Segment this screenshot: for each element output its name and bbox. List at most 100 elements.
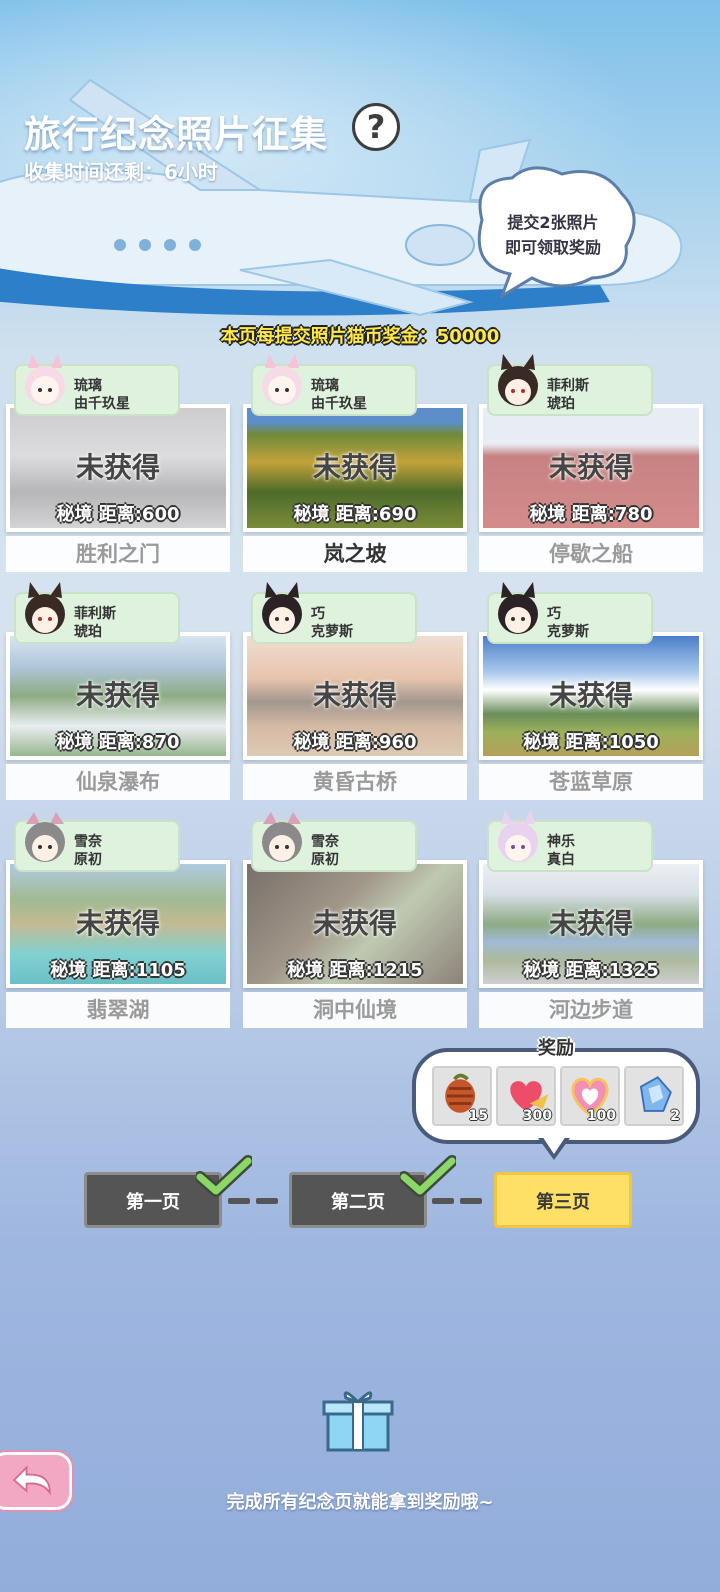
place-name: 黄昏古桥: [243, 764, 467, 800]
reward-count: 300: [522, 1108, 552, 1124]
reward-item[interactable]: 300: [496, 1066, 556, 1126]
character-tag: 巧 克萝斯: [487, 582, 653, 644]
status-label: 未获得: [312, 679, 397, 712]
time-remaining: 收集时间还剩：6小时: [24, 160, 218, 184]
photo-thumbnail: 未获得 秘境 距离:1215: [243, 860, 467, 988]
tag-name-2: 由千玖星: [311, 396, 367, 412]
character-tag: 雪奈 原初: [251, 812, 417, 872]
progress-dash: [432, 1198, 454, 1204]
help-button[interactable]: ?: [352, 103, 400, 151]
reward-count: 100: [586, 1108, 616, 1124]
tag-name-1: 琉璃: [311, 378, 339, 394]
status-label: 未获得: [75, 907, 160, 940]
gift-icon[interactable]: [322, 1386, 394, 1452]
character-avatar-icon: [262, 812, 302, 862]
character-tag: 琉璃 由千玖星: [14, 354, 180, 416]
tag-name-1: 菲利斯: [547, 378, 589, 394]
tag-name-1: 雪奈: [74, 834, 102, 850]
status-label: 未获得: [548, 451, 633, 484]
page-3-button[interactable]: 第三页: [494, 1172, 632, 1228]
place-name: 仙泉瀑布: [6, 764, 230, 800]
place-name: 胜利之门: [6, 536, 230, 572]
photo-thumbnail: 未获得 秘境 距离:870: [6, 632, 230, 760]
progress-dash: [460, 1198, 482, 1204]
place-name: 苍蓝草原: [479, 764, 703, 800]
reward-count: 2: [670, 1108, 680, 1124]
distance-label: 秘境 距离:690: [293, 504, 417, 525]
tag-name-2: 克萝斯: [547, 624, 589, 640]
tag-name-2: 由千玖星: [74, 396, 130, 412]
place-name: 河边步道: [479, 992, 703, 1028]
character-tag: 菲利斯 琥珀: [487, 354, 653, 416]
reward-item[interactable]: 100: [560, 1066, 620, 1126]
bubble-line-2: 即可领取奖励: [504, 238, 601, 257]
place-name: 岚之坡: [243, 536, 467, 572]
character-tag: 巧 克萝斯: [251, 582, 417, 644]
photo-thumbnail: 未获得 秘境 距离:690: [243, 404, 467, 532]
photo-card[interactable]: 未获得 秘境 距离:780 停歇之船 菲利斯 琥珀: [479, 354, 703, 572]
tag-name-2: 克萝斯: [311, 624, 353, 640]
place-name: 停歇之船: [479, 536, 703, 572]
tag-name-1: 雪奈: [311, 834, 339, 850]
character-avatar-icon: [262, 354, 302, 406]
reward-item[interactable]: 15: [432, 1066, 492, 1126]
character-avatar-icon: [262, 582, 302, 634]
back-arrow-icon: [12, 1465, 51, 1496]
tag-name-1: 巧: [547, 606, 561, 622]
distance-label: 秘境 距离:600: [56, 504, 180, 525]
bonus-banner: 本页每提交照片猫币奖金：50000: [220, 326, 500, 347]
back-button[interactable]: [0, 1452, 72, 1510]
footer-hint: 完成所有纪念页就能拿到奖励哦~: [226, 1492, 494, 1513]
photo-thumbnail: 未获得 秘境 距离:1105: [6, 860, 230, 988]
photo-thumbnail: 未获得 秘境 距离:780: [479, 404, 703, 532]
check-icon: [400, 1155, 456, 1197]
reward-item[interactable]: 2: [624, 1066, 684, 1126]
rewards-title: 奖励: [538, 1038, 574, 1059]
check-icon: [196, 1155, 252, 1197]
status-label: 未获得: [548, 907, 633, 940]
tag-name-1: 琉璃: [74, 378, 102, 394]
tag-name-1: 神乐: [547, 834, 575, 850]
status-label: 未获得: [312, 451, 397, 484]
photo-thumbnail: 未获得 秘境 距离:1325: [479, 860, 703, 988]
photo-card[interactable]: 未获得 秘境 距离:690 岚之坡 琉璃 由千玖星: [243, 354, 467, 572]
distance-label: 秘境 距离:1050: [523, 732, 659, 753]
photo-card[interactable]: 未获得 秘境 距离:870 仙泉瀑布 菲利斯 琥珀: [6, 582, 230, 800]
status-label: 未获得: [548, 679, 633, 712]
reward-count: 15: [468, 1108, 488, 1124]
distance-label: 秘境 距离:960: [293, 732, 417, 753]
photo-card[interactable]: 未获得 秘境 距离:1050 苍蓝草原 巧 克萝斯: [479, 582, 703, 800]
photo-thumbnail: 未获得 秘境 距离:960: [243, 632, 467, 760]
status-label: 未获得: [312, 907, 397, 940]
photo-thumbnail: 未获得 秘境 距离:1050: [479, 632, 703, 760]
character-tag: 菲利斯 琥珀: [14, 582, 180, 644]
tag-name-2: 原初: [74, 852, 102, 868]
photo-thumbnail: 未获得 秘境 距离:600: [6, 404, 230, 532]
distance-label: 秘境 距离:1215: [287, 960, 423, 981]
distance-label: 秘境 距离:1325: [523, 960, 659, 981]
status-label: 未获得: [75, 679, 160, 712]
character-tag: 雪奈 原初: [14, 812, 180, 872]
photo-card[interactable]: 未获得 秘境 距离:1215 洞中仙境 雪奈 原初: [243, 812, 467, 1028]
character-avatar-icon: [498, 354, 538, 406]
tag-name-2: 真白: [547, 852, 575, 868]
photo-card[interactable]: 未获得 秘境 距离:1325 河边步道 神乐 真白: [479, 810, 703, 1028]
progress-dash: [256, 1198, 278, 1204]
photo-card[interactable]: 未获得 秘境 距离:600 胜利之门 琉璃 由千玖星: [6, 354, 230, 572]
character-avatar-icon: [25, 354, 65, 406]
tag-name-1: 巧: [311, 606, 325, 622]
photo-card[interactable]: 未获得 秘境 距离:960 黄昏古桥 巧 克萝斯: [243, 582, 467, 800]
tag-name-1: 菲利斯: [74, 606, 116, 622]
tag-name-2: 琥珀: [74, 624, 102, 640]
bubble-text: 提交2张照片 即可领取奖励: [478, 210, 628, 260]
tag-name-2: 琥珀: [547, 396, 575, 412]
photo-card[interactable]: 未获得 秘境 距离:1105 翡翠湖 雪奈 原初: [6, 812, 230, 1028]
character-tag: 琉璃 由千玖星: [251, 354, 417, 416]
character-avatar-icon: [25, 582, 65, 634]
place-name: 洞中仙境: [243, 992, 467, 1028]
character-avatar-icon: [498, 810, 538, 862]
character-avatar-icon: [25, 812, 65, 862]
character-tag: 神乐 真白: [487, 810, 653, 872]
place-name: 翡翠湖: [6, 992, 230, 1028]
distance-label: 秘境 距离:1105: [50, 960, 186, 981]
